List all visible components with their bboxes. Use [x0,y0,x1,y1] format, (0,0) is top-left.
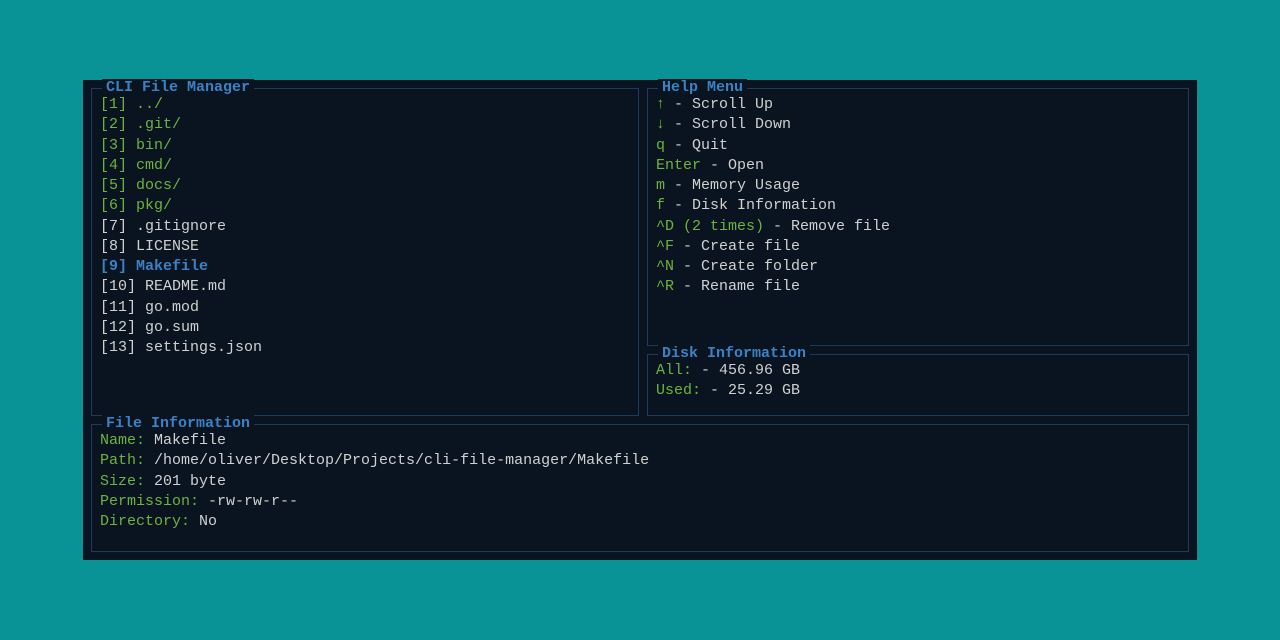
help-desc: - Open [701,157,764,174]
help-item: m - Memory Usage [656,176,1180,196]
disk-value: - 456.96 GB [701,362,800,379]
top-row: CLI File Manager [1] ../[2] .git/[3] bin… [91,88,1189,416]
file-info-value: Makefile [145,432,226,449]
help-item: f - Disk Information [656,196,1180,216]
disk-value: - 25.29 GB [701,382,800,399]
help-item: Enter - Open [656,156,1180,176]
file-item[interactable]: [11] go.mod [100,298,630,318]
help-panel: Help Menu ↑ - Scroll Up↓ - Scroll Downq … [647,88,1189,346]
right-column: Help Menu ↑ - Scroll Up↓ - Scroll Downq … [647,88,1189,416]
file-item[interactable]: [8] LICENSE [100,237,630,257]
disk-panel: Disk Information All: - 456.96 GBUsed: -… [647,354,1189,416]
help-item: ^N - Create folder [656,257,1180,277]
file-info-row: Permission: -rw-rw-r-- [100,492,1180,512]
disk-row: Used: - 25.29 GB [656,381,1180,401]
help-desc: - Memory Usage [665,177,800,194]
help-key: ^D (2 times) [656,218,764,235]
file-item[interactable]: [12] go.sum [100,318,630,338]
file-info-row: Name: Makefile [100,431,1180,451]
help-desc: - Create file [674,238,800,255]
disk-label: Used: [656,382,701,399]
disk-title: Disk Information [658,345,810,362]
file-manager-title: CLI File Manager [102,79,254,96]
file-info-row: Directory: No [100,512,1180,532]
file-info-label: Directory: [100,513,190,530]
help-key: f [656,197,665,214]
file-item[interactable]: [13] settings.json [100,338,630,358]
help-key: ^N [656,258,674,275]
help-desc: - Create folder [674,258,818,275]
file-info-label: Size: [100,473,145,490]
file-info-value: /home/oliver/Desktop/Projects/cli-file-m… [145,452,649,469]
file-info-rows: Name: MakefilePath: /home/oliver/Desktop… [100,431,1180,532]
help-key: m [656,177,665,194]
help-key: ↓ [656,116,665,133]
file-item[interactable]: [7] .gitignore [100,217,630,237]
help-item: ^R - Rename file [656,277,1180,297]
file-info-panel: File Information Name: MakefilePath: /ho… [91,424,1189,552]
help-desc: - Rename file [674,278,800,295]
file-manager-panel: CLI File Manager [1] ../[2] .git/[3] bin… [91,88,639,416]
terminal-window: CLI File Manager [1] ../[2] .git/[3] bin… [83,80,1197,560]
help-item: q - Quit [656,136,1180,156]
file-info-title: File Information [102,415,254,432]
file-list[interactable]: [1] ../[2] .git/[3] bin/[4] cmd/[5] docs… [100,95,630,358]
help-title: Help Menu [658,79,747,96]
file-info-label: Permission: [100,493,199,510]
file-info-value: 201 byte [145,473,226,490]
help-key: ^R [656,278,674,295]
file-item[interactable]: [9] Makefile [100,257,630,277]
help-desc: - Remove file [764,218,890,235]
disk-label: All: [656,362,701,379]
help-item: ^F - Create file [656,237,1180,257]
help-key: ^F [656,238,674,255]
disk-rows: All: - 456.96 GBUsed: - 25.29 GB [656,361,1180,402]
help-desc: - Disk Information [665,197,836,214]
help-desc: - Scroll Up [665,96,773,113]
file-item[interactable]: [10] README.md [100,277,630,297]
file-info-label: Path: [100,452,145,469]
help-key: q [656,137,665,154]
file-item[interactable]: [6] pkg/ [100,196,630,216]
file-info-value: -rw-rw-r-- [199,493,298,510]
file-info-row: Size: 201 byte [100,472,1180,492]
file-info-label: Name: [100,432,145,449]
help-item: ↑ - Scroll Up [656,95,1180,115]
file-item[interactable]: [1] ../ [100,95,630,115]
file-item[interactable]: [3] bin/ [100,136,630,156]
help-desc: - Scroll Down [665,116,791,133]
help-item: ↓ - Scroll Down [656,115,1180,135]
file-info-row: Path: /home/oliver/Desktop/Projects/cli-… [100,451,1180,471]
file-item[interactable]: [4] cmd/ [100,156,630,176]
file-info-value: No [190,513,217,530]
help-list: ↑ - Scroll Up↓ - Scroll Downq - QuitEnte… [656,95,1180,298]
file-item[interactable]: [5] docs/ [100,176,630,196]
help-key: Enter [656,157,701,174]
disk-row: All: - 456.96 GB [656,361,1180,381]
help-item: ^D (2 times) - Remove file [656,217,1180,237]
help-desc: - Quit [665,137,728,154]
file-item[interactable]: [2] .git/ [100,115,630,135]
help-key: ↑ [656,96,665,113]
